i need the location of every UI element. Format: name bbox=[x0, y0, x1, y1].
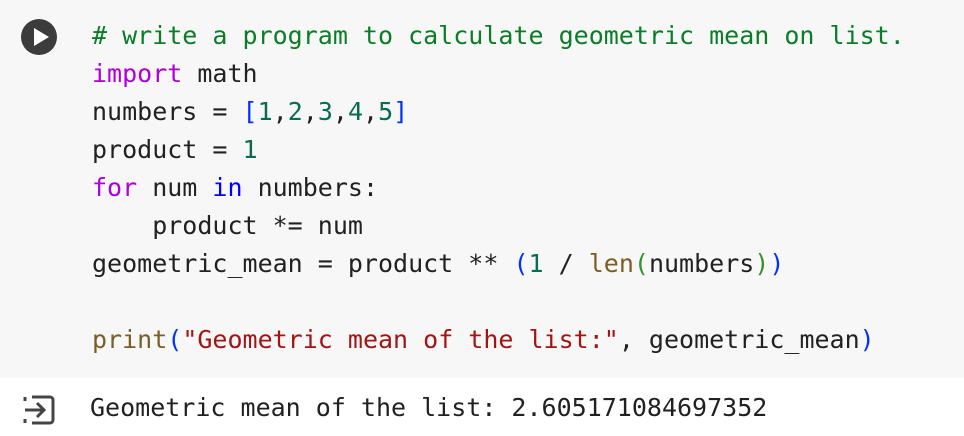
code-token: , bbox=[363, 97, 379, 126]
code-token: 3 bbox=[317, 97, 333, 126]
code-token: ( bbox=[633, 249, 649, 278]
code-token: 1 bbox=[257, 97, 273, 126]
code-token: 5 bbox=[378, 97, 394, 126]
cell-output: Geometric mean of the list: 2.6051710846… bbox=[0, 378, 964, 436]
output-clear-button[interactable] bbox=[20, 393, 58, 427]
code-token: 2 bbox=[287, 97, 303, 126]
code-token: for bbox=[92, 173, 138, 202]
code-token: len bbox=[588, 249, 634, 278]
code-token: # write a program to calculate geometric… bbox=[92, 21, 905, 50]
code-token: , geometric_mean bbox=[618, 325, 860, 354]
code-token: print bbox=[92, 325, 168, 354]
play-circle-icon bbox=[21, 19, 57, 55]
code-token: math bbox=[182, 59, 258, 88]
code-token: [ bbox=[242, 97, 258, 126]
code-token: ] bbox=[393, 97, 409, 126]
code-line[interactable]: print("Geometric mean of the list:", geo… bbox=[92, 321, 905, 359]
code-token: "Geometric mean of the list:" bbox=[182, 325, 619, 354]
code-token: num bbox=[137, 173, 213, 202]
code-token: ) bbox=[754, 249, 770, 278]
code-line[interactable]: for num in numbers: bbox=[92, 169, 905, 207]
code-line[interactable]: product *= num bbox=[92, 207, 905, 245]
code-token: in bbox=[212, 173, 243, 202]
run-cell-button[interactable] bbox=[20, 18, 58, 56]
code-token: product = bbox=[92, 135, 243, 164]
output-clear-icon bbox=[23, 395, 55, 425]
code-line[interactable]: numbers = [1,2,3,4,5] bbox=[92, 93, 905, 131]
code-text[interactable]: # write a program to calculate geometric… bbox=[92, 17, 905, 359]
code-line[interactable]: import math bbox=[92, 55, 905, 93]
code-token: 1 bbox=[528, 249, 544, 278]
code-token: ( bbox=[513, 249, 529, 278]
code-line[interactable] bbox=[92, 283, 905, 321]
code-token: geometric_mean = product ** bbox=[92, 249, 514, 278]
code-token: ) bbox=[769, 249, 785, 278]
code-token: , bbox=[272, 97, 288, 126]
code-token: 4 bbox=[347, 97, 364, 126]
code-editor[interactable]: # write a program to calculate geometric… bbox=[0, 0, 964, 378]
code-line[interactable]: geometric_mean = product ** (1 / len(num… bbox=[92, 245, 905, 283]
code-token: , bbox=[302, 97, 318, 126]
code-token: , bbox=[332, 97, 348, 126]
code-line[interactable]: # write a program to calculate geometric… bbox=[92, 17, 905, 55]
output-text: Geometric mean of the list: 2.6051710846… bbox=[90, 393, 768, 422]
code-line[interactable]: product = 1 bbox=[92, 131, 905, 169]
code-token: numbers: bbox=[242, 173, 378, 202]
code-token: numbers = bbox=[92, 97, 243, 126]
code-token: 1 bbox=[242, 135, 258, 164]
notebook-code-cell: # write a program to calculate geometric… bbox=[0, 0, 964, 436]
code-token: import bbox=[92, 59, 183, 88]
code-token: ( bbox=[167, 325, 183, 354]
code-token: ) bbox=[859, 325, 875, 354]
code-token: product *= num bbox=[92, 211, 363, 240]
code-token: numbers bbox=[648, 249, 755, 278]
code-token: / bbox=[543, 249, 589, 278]
